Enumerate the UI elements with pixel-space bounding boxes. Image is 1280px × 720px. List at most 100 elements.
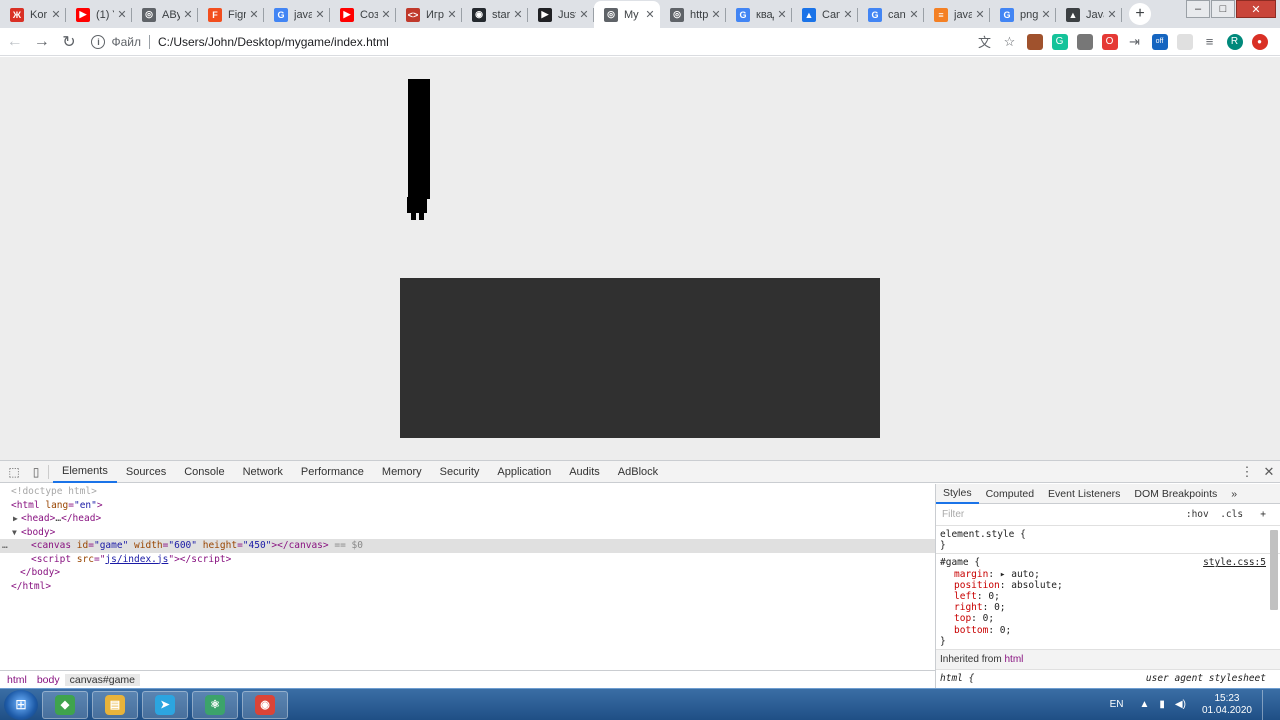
tab-close-icon[interactable]: ✕ [842,8,854,21]
tab-close-icon[interactable]: ✕ [1106,8,1118,21]
more-tabs-icon[interactable]: » [1224,484,1244,504]
tab-close-icon[interactable]: ✕ [908,8,920,21]
browser-tab[interactable]: ▶ (1) Y✕ [66,1,132,28]
breadcrumb-body[interactable]: body [32,674,65,686]
devtools-tab-adblock[interactable]: AdBlock [609,461,667,483]
ua-rule[interactable]: user agent stylesheet html { [936,670,1280,686]
browser-tab[interactable]: ◎ http ✕ [660,1,726,28]
tab-close-icon[interactable]: ✕ [380,8,392,21]
tab-dom-breakpoints[interactable]: DOM Breakpoints [1127,484,1224,504]
hov-button[interactable]: :hov [1186,509,1209,520]
taskbar-button[interactable]: ◉ [242,690,288,719]
taskbar-button[interactable]: ▤ [92,690,138,719]
devtools-tab-network[interactable]: Network [234,461,292,483]
tab-styles[interactable]: Styles [936,484,979,504]
tab-close-icon[interactable]: ✕ [710,8,722,21]
browser-tab[interactable]: ▲ Javascri✕ [1056,1,1122,28]
tab-close-icon[interactable]: ✕ [974,8,986,21]
tab-close-icon[interactable]: ✕ [446,8,458,21]
browser-tab[interactable]: F Figr ✕ [198,1,264,28]
devtools-tab-memory[interactable]: Memory [373,461,431,483]
tab-close-icon[interactable]: ✕ [1040,8,1052,21]
element-style-rule[interactable]: element.style { } [936,526,1280,555]
tab-computed[interactable]: Computed [979,484,1041,504]
tray-arrow-icon[interactable]: ▲ [1139,699,1149,710]
profile-avatar[interactable]: R [1226,33,1243,50]
dom-canvas-selected[interactable]: … <canvas id="game" width="600" height="4… [0,539,935,553]
info-icon[interactable]: i [91,34,106,49]
tab-close-icon[interactable]: ✕ [512,8,524,21]
tab-close-icon[interactable]: ✕ [578,8,590,21]
browser-tab[interactable]: Gjavascri✕ [264,1,330,28]
url-text[interactable]: C:/Users/John/Desktop/mygame/index.html [158,35,389,49]
star-icon[interactable]: ☆ [1002,34,1018,50]
network-icon[interactable]: ▮ [1159,699,1165,710]
tab-event-listeners[interactable]: Event Listeners [1041,484,1127,504]
ext-green-icon[interactable]: G [1051,33,1068,50]
css-declaration[interactable]: position: absolute; [940,580,1266,591]
volume-icon[interactable]: ◀) [1175,699,1186,710]
dom-head[interactable]: ▶ <head>…</head> [0,512,935,526]
devtools-menu-icon[interactable]: ⋮ [1236,464,1258,480]
browser-tab[interactable]: Ж Kor ✕ [0,1,66,28]
minimize-button[interactable]: ‒ [1186,0,1210,18]
translate-icon[interactable]: 文 [977,34,993,50]
dom-body-close[interactable]: </body> [0,566,935,580]
browser-tab[interactable]: Gcanvas✕ [858,1,924,28]
show-desktop-button[interactable] [1262,689,1272,720]
game-canvas[interactable] [400,278,880,438]
forward-button[interactable]: → [29,29,54,55]
breadcrumb-canvas[interactable]: canvas#game [64,674,140,686]
tab-close-icon[interactable]: ✕ [248,8,260,21]
taskbar-button[interactable]: ➤ [142,690,188,719]
browser-tab[interactable]: ▶ Just✕ [528,1,594,28]
devtools-tab-application[interactable]: Application [488,461,560,483]
devtools-tab-security[interactable]: Security [431,461,489,483]
browser-tab[interactable]: Gквадра✕ [726,1,792,28]
css-declaration[interactable]: right: 0; [940,602,1266,613]
reload-button[interactable]: ↻ [56,29,81,55]
devtools-tab-performance[interactable]: Performance [292,461,373,483]
devtools-tab-audits[interactable]: Audits [560,461,609,483]
devtools-tab-elements[interactable]: Elements [53,461,117,483]
css-declaration[interactable]: bottom: 0; [940,625,1266,636]
inherited-from-link[interactable]: html [1004,654,1023,665]
close-window-button[interactable]: ✕ [1236,0,1276,18]
dom-html-close[interactable]: </html> [0,580,935,594]
ext-gray-icon[interactable] [1076,33,1093,50]
browser-tab[interactable]: ◉ starzon✕ [462,1,528,28]
new-rule-button[interactable]: + [1260,509,1266,520]
browser-tab[interactable]: ▶ Создан✕ [330,1,396,28]
tab-close-icon[interactable]: ✕ [776,8,788,21]
styles-scrollbar[interactable] [1270,530,1278,610]
breadcrumb-html[interactable]: html [2,674,32,686]
game-css-rule[interactable]: style.css:5 #game { margin: ▸ auto; positi… [936,554,1280,651]
dom-script[interactable]: <script src="js/index.js"></script> [0,553,935,567]
ext-plug-icon[interactable]: ⇥ [1127,34,1143,50]
browser-tab[interactable]: ≡ javascri✕ [924,1,990,28]
device-toolbar-icon[interactable]: ▯ [28,464,44,480]
maximize-button[interactable]: □ [1211,0,1235,18]
update-icon[interactable]: ● [1251,33,1268,50]
tab-active[interactable]: ◎ My ✕ [594,1,660,28]
clock[interactable]: 15:23 01.04.2020 [1202,693,1252,717]
devtools-tab-console[interactable]: Console [175,461,233,483]
dom-doctype[interactable]: <!doctype html> [0,485,935,499]
css-declaration[interactable]: margin: ▸ auto; [940,569,1266,580]
back-button[interactable]: ← [2,29,27,55]
start-button[interactable]: ⊞ [4,689,38,720]
browser-tab[interactable]: ▲ Canvas✕ [792,1,858,28]
ext-off-icon[interactable]: off [1151,33,1168,50]
devtools-tab-sources[interactable]: Sources [117,461,175,483]
taskbar-button[interactable]: ⚛ [192,690,238,719]
devtools-close-icon[interactable]: ✕ [1258,464,1280,480]
taskbar-button[interactable]: ◆ [42,690,88,719]
browser-tab[interactable]: ◎ ABy ✕ [132,1,198,28]
opera-icon[interactable]: O [1101,33,1118,50]
tab-close-icon[interactable]: ✕ [116,8,128,21]
menu-list-icon[interactable]: ≡ [1202,34,1218,50]
tab-close-icon[interactable]: ✕ [182,8,194,21]
css-declaration[interactable]: top: 0; [940,613,1266,624]
browser-tab[interactable]: <> Игра на✕ [396,1,462,28]
new-tab-button[interactable]: + [1126,0,1154,28]
